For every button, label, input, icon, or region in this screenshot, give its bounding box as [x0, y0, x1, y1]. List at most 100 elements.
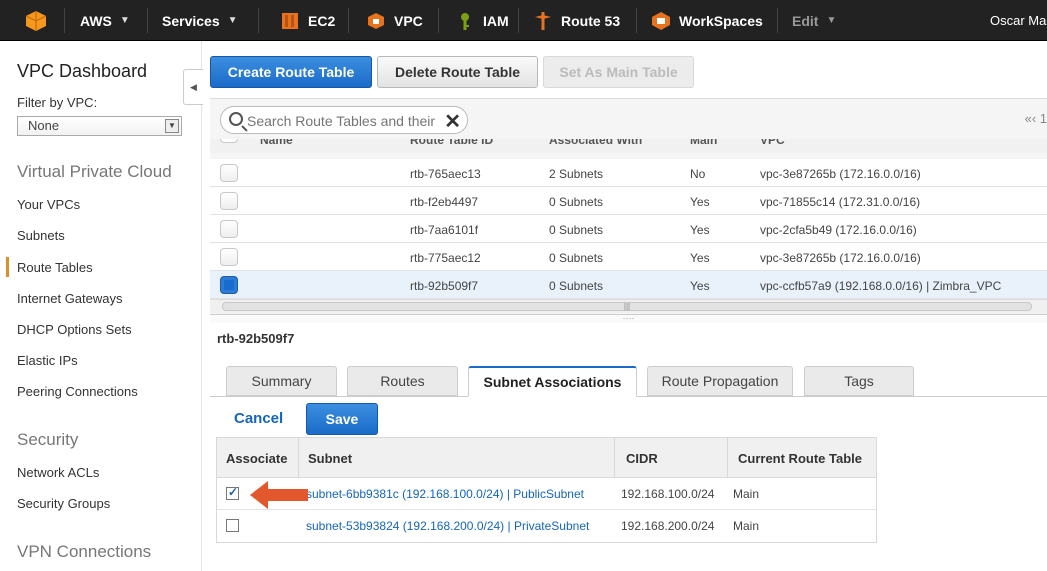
sidebar-item-route-tables[interactable]: Route Tables [17, 260, 93, 275]
nav-shortcut-iam[interactable]: IAM [455, 0, 509, 41]
tab-tags[interactable]: Tags [804, 366, 914, 396]
nav-shortcut-workspaces[interactable]: WorkSpaces [651, 0, 763, 41]
route-table-id: rtb-765aec13 [410, 167, 481, 181]
column-header-current-route-table: Current Route Table [738, 451, 862, 466]
route-table-id: rtb-775aec12 [410, 251, 481, 265]
sidebar-title[interactable]: VPC Dashboard [17, 61, 147, 82]
search-icon [229, 112, 243, 126]
chevron-down-icon: ▼ [165, 119, 179, 133]
main-flag: Yes [690, 279, 710, 293]
column-header-associated-with[interactable]: Associated With [549, 139, 642, 147]
associated-with: 0 Subnets [549, 251, 604, 265]
associate-checkbox[interactable] [226, 485, 239, 500]
user-menu[interactable]: Oscar Ma [990, 0, 1046, 41]
sidebar-section-vpn: VPN Connections [17, 542, 152, 561]
associate-checkbox[interactable] [226, 519, 239, 532]
sidebar-item-dhcp-options-sets[interactable]: DHCP Options Sets [17, 322, 132, 337]
user-name: Oscar Ma [990, 13, 1047, 28]
column-header-main[interactable]: Main [690, 139, 717, 147]
clear-search-icon[interactable]: ✕ [444, 109, 461, 134]
table-row[interactable]: rtb-7aa6101f 0 Subnets Yes vpc-2cfa5b49 … [210, 215, 1047, 243]
route-tables-header: Name Route Table ID Associated With Main… [210, 139, 1047, 153]
associated-with: 0 Subnets [549, 223, 604, 237]
row-checkbox[interactable] [220, 164, 238, 182]
associated-with: 2 Subnets [549, 167, 604, 181]
route53-icon [535, 11, 551, 30]
workspaces-icon [652, 11, 670, 30]
associated-with: 0 Subnets [549, 279, 604, 293]
main-flag: Yes [690, 223, 710, 237]
sidebar-item-your-vpcs[interactable]: Your VPCs [17, 197, 80, 212]
subnet-link[interactable]: subnet-6bb9381c (192.168.100.0/24) | Pub… [306, 487, 584, 501]
aws-logo-icon[interactable] [24, 0, 48, 41]
column-header-vpc[interactable]: VPC [760, 139, 785, 147]
column-header-route-table-id[interactable]: Route Table ID [410, 139, 493, 147]
edit-menu[interactable]: Edit ▼ [792, 0, 836, 41]
main-flag: No [690, 167, 706, 181]
sidebar-item-elastic-ips[interactable]: Elastic IPs [17, 353, 78, 368]
route-table-id: rtb-92b509f7 [410, 279, 479, 293]
set-as-main-table-button[interactable]: Set As Main Table [543, 56, 694, 88]
sidebar-section-security: Security [17, 430, 79, 449]
panel-resize-handle[interactable]: ···· [210, 314, 1047, 323]
route-tables-panel: ✕ «‹ 1 Name Route Table ID Associated Wi… [210, 98, 1047, 323]
filter-by-vpc-select[interactable]: None ▼ [17, 116, 182, 136]
sidebar-item-peering-connections[interactable]: Peering Connections [17, 384, 138, 399]
delete-route-table-button[interactable]: Delete Route Table [377, 56, 538, 88]
table-row-selected[interactable]: rtb-92b509f7 0 Subnets Yes vpc-ccfb57a9 … [210, 271, 1047, 299]
aws-menu[interactable]: AWS ▼ [80, 0, 130, 41]
main-flag: Yes [690, 251, 710, 265]
left-sidebar: VPC Dashboard Filter by VPC: None ▼ Virt… [0, 41, 202, 571]
subnet-link[interactable]: subnet-53b93824 (192.168.200.0/24) | Pri… [306, 519, 589, 533]
subnet-table-header: Associate Subnet CIDR Current Route Tabl… [217, 438, 876, 478]
column-header-name[interactable]: Name [260, 139, 293, 147]
row-checkbox[interactable] [220, 276, 238, 294]
associated-with: 0 Subnets [549, 195, 604, 209]
iam-icon [461, 12, 469, 30]
sidebar-item-internet-gateways[interactable]: Internet Gateways [17, 291, 123, 306]
collapse-sidebar-button[interactable]: ◀ [183, 69, 203, 105]
nav-shortcut-label: WorkSpaces [679, 12, 763, 29]
chevron-down-icon: ▼ [227, 15, 238, 26]
route-table-id: rtb-f2eb4497 [410, 195, 479, 209]
search-box[interactable]: ✕ [220, 106, 468, 134]
tab-subnet-associations[interactable]: Subnet Associations [468, 366, 637, 397]
search-input[interactable] [247, 111, 443, 131]
nav-shortcut-route53[interactable]: Route 53 [533, 0, 620, 41]
ec2-icon [282, 12, 298, 29]
tab-routes[interactable]: Routes [347, 366, 458, 396]
table-row[interactable]: rtb-f2eb4497 0 Subnets Yes vpc-71855c14 … [210, 187, 1047, 215]
edit-menu-label: Edit [792, 12, 819, 29]
scrollbar-thumb[interactable]: ||| [222, 302, 1032, 311]
table-row: subnet-6bb9381c (192.168.100.0/24) | Pub… [217, 478, 876, 510]
save-button[interactable]: Save [306, 403, 378, 435]
subnet-cidr: 192.168.200.0/24 [621, 519, 715, 533]
services-menu[interactable]: Services ▼ [162, 0, 238, 41]
vpc: vpc-71855c14 (172.31.0.0/16) [760, 195, 921, 209]
table-row[interactable]: rtb-765aec13 2 Subnets No vpc-3e87265b (… [210, 159, 1047, 187]
row-checkbox[interactable] [220, 192, 238, 210]
nav-shortcut-vpc[interactable]: VPC [366, 0, 423, 41]
current-route-table: Main [733, 487, 760, 501]
create-route-table-button[interactable]: Create Route Table [210, 56, 372, 88]
active-item-indicator [6, 257, 9, 277]
sidebar-item-network-acls[interactable]: Network ACLs [17, 465, 99, 480]
nav-shortcut-ec2[interactable]: EC2 [280, 0, 335, 41]
row-checkbox[interactable] [220, 248, 238, 266]
tab-route-propagation[interactable]: Route Propagation [647, 366, 793, 396]
sidebar-section-vpc: Virtual Private Cloud [17, 162, 172, 181]
sidebar-item-subnets[interactable]: Subnets [17, 228, 65, 243]
nav-shortcut-label: VPC [394, 12, 423, 29]
row-checkbox[interactable] [220, 220, 238, 238]
subnet-cidr: 192.168.100.0/24 [621, 487, 715, 501]
chevron-left-icon: ◀ [190, 81, 197, 92]
tab-summary[interactable]: Summary [226, 366, 337, 396]
sidebar-item-security-groups[interactable]: Security Groups [17, 496, 110, 511]
column-header-associate: Associate [226, 451, 288, 466]
top-navigation-bar: AWS ▼ Services ▼ EC2 VPC IAM Route 53 Wo… [0, 0, 1047, 41]
pagination[interactable]: «‹ 1 [1025, 111, 1047, 126]
cancel-button[interactable]: Cancel [234, 410, 283, 427]
table-row[interactable]: rtb-775aec12 0 Subnets Yes vpc-3e87265b … [210, 243, 1047, 271]
table-row: subnet-53b93824 (192.168.200.0/24) | Pri… [217, 510, 876, 542]
horizontal-scrollbar[interactable]: ||| [210, 299, 1047, 313]
